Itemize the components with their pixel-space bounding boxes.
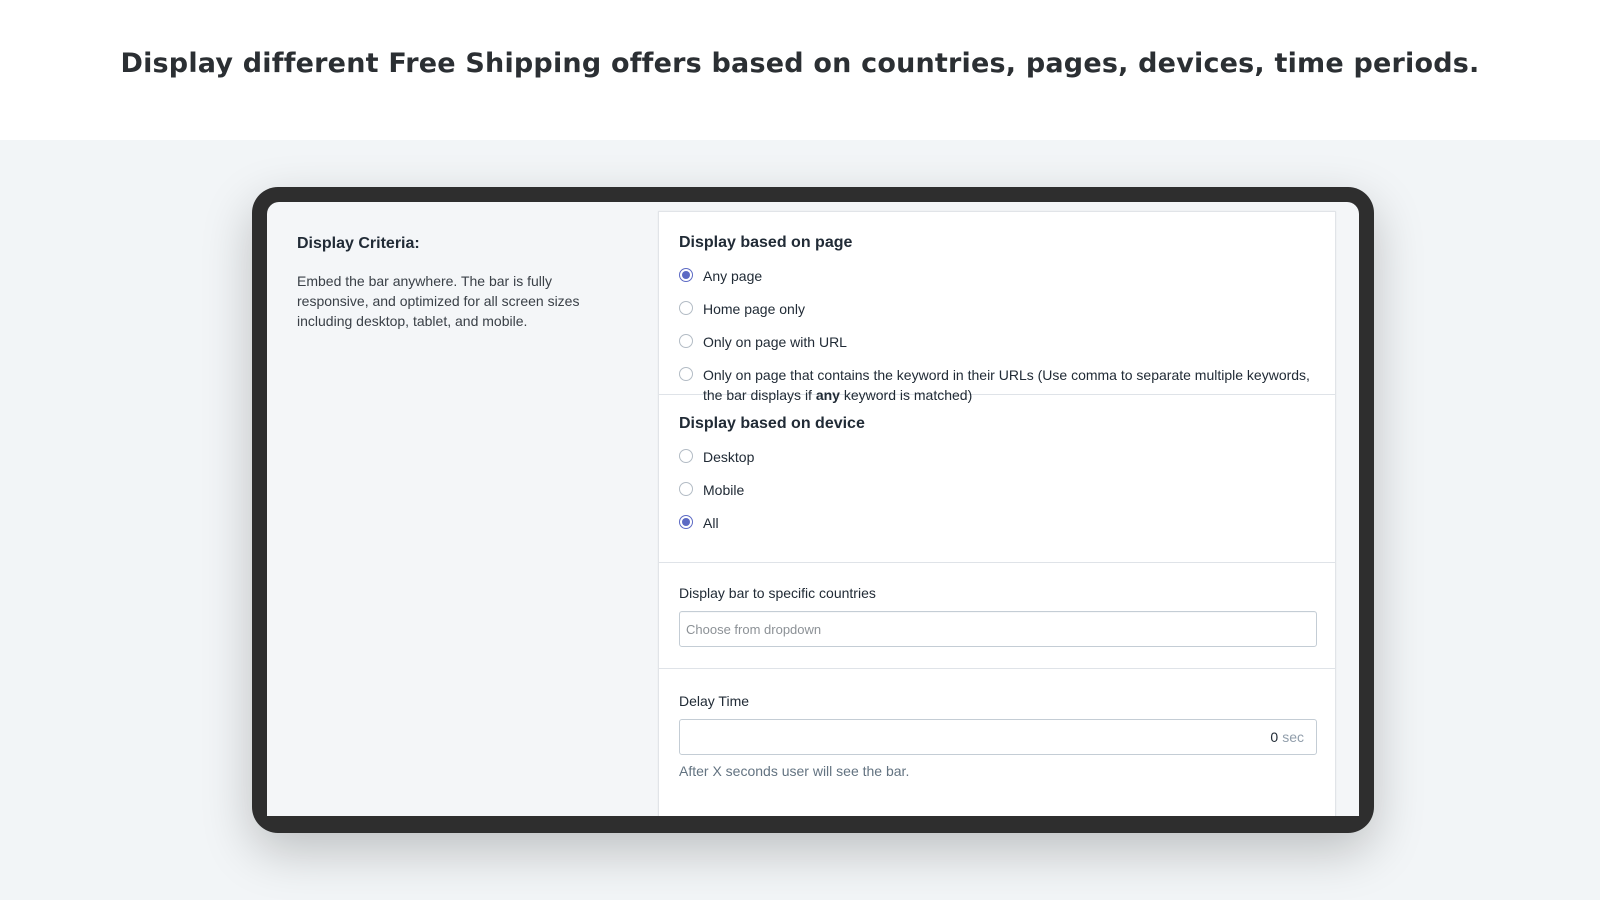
page-section: Display based on page Any page Home page… <box>659 212 1335 403</box>
delay-time-input[interactable]: 0 sec <box>679 719 1317 755</box>
radio-label: All <box>703 515 719 531</box>
tablet-device-frame: Display Criteria: Embed the bar anywhere… <box>252 187 1374 833</box>
countries-dropdown-input[interactable] <box>679 611 1317 647</box>
countries-label: Display bar to specific countries <box>679 585 876 601</box>
keyword-label-bold: any <box>815 387 840 403</box>
radio-unchecked-icon[interactable] <box>679 367 693 381</box>
radio-unchecked-icon[interactable] <box>679 334 693 348</box>
radio-any-page[interactable]: Any page <box>679 266 1315 286</box>
display-criteria-title: Display Criteria: <box>297 235 420 252</box>
keyword-label-end: keyword is matched) <box>839 387 973 403</box>
radio-unchecked-icon[interactable] <box>679 301 693 315</box>
radio-home-page-only[interactable]: Home page only <box>679 299 1315 319</box>
settings-card: Display based on page Any page Home page… <box>658 211 1336 816</box>
radio-label: Only on page with URL <box>703 334 847 350</box>
radio-checked-icon[interactable] <box>679 268 693 282</box>
radio-page-with-url[interactable]: Only on page with URL <box>679 332 1315 352</box>
display-criteria-description: Embed the bar anywhere. The bar is fully… <box>297 273 580 329</box>
device-section: Display based on device Desktop Mobile A… <box>659 395 1335 563</box>
radio-label: Any page <box>703 268 763 284</box>
keyword-label-start: Only on page that contains the keyword i… <box>703 367 1310 403</box>
radio-label: Mobile <box>703 482 745 498</box>
delay-value: 0 <box>1270 729 1279 745</box>
display-criteria-panel: Display Criteria: Embed the bar anywhere… <box>297 232 597 331</box>
delay-section: Delay Time 0 sec After X seconds user wi… <box>659 669 1335 799</box>
delay-help-text: After X seconds user will see the bar. <box>679 763 910 779</box>
radio-unchecked-icon[interactable] <box>679 482 693 496</box>
radio-desktop[interactable]: Desktop <box>679 447 1315 467</box>
delay-label: Delay Time <box>679 693 750 709</box>
radio-all[interactable]: All <box>679 513 1315 533</box>
radio-label: Only on page that contains the keyword i… <box>703 365 1315 405</box>
radio-page-keyword[interactable]: Only on page that contains the keyword i… <box>679 365 1315 405</box>
page-section-title: Display based on page <box>679 234 853 251</box>
delay-suffix: sec <box>1282 729 1304 745</box>
hero-band: Display different Free Shipping offers b… <box>0 0 1600 140</box>
radio-mobile[interactable]: Mobile <box>679 480 1315 500</box>
radio-unchecked-icon[interactable] <box>679 449 693 463</box>
device-section-title: Display based on device <box>679 415 865 432</box>
radio-label: Home page only <box>703 301 805 317</box>
countries-section: Display bar to specific countries <box>659 563 1335 669</box>
hero-title: Display different Free Shipping offers b… <box>120 48 1480 79</box>
radio-label: Desktop <box>703 449 755 465</box>
radio-checked-icon[interactable] <box>679 515 693 529</box>
device-screen: Display Criteria: Embed the bar anywhere… <box>267 202 1359 816</box>
